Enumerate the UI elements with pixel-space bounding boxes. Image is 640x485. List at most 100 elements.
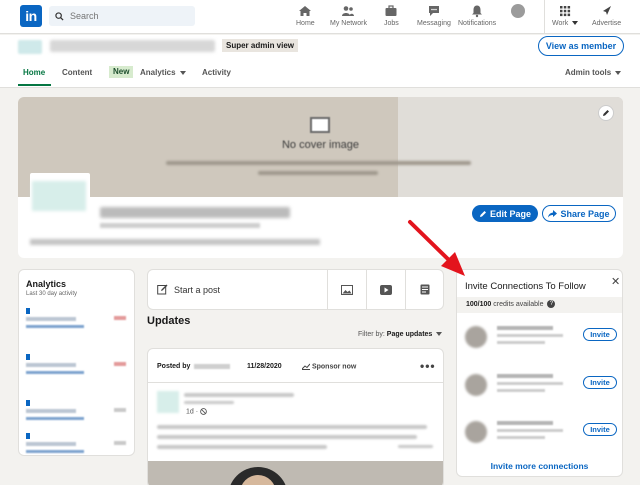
- invite-card-title: Invite Connections To Follow: [465, 281, 586, 292]
- edit-page-label: Edit Page: [489, 208, 531, 219]
- more-options-icon[interactable]: •••: [420, 359, 436, 373]
- page-name-blurred: [50, 40, 215, 52]
- share-page-button[interactable]: Share Page: [542, 205, 616, 222]
- stat-icon: [26, 400, 30, 406]
- see-more-blurred[interactable]: [398, 445, 433, 448]
- search-box[interactable]: [49, 6, 195, 26]
- nav-work[interactable]: Work: [552, 4, 579, 30]
- analytics-row[interactable]: [26, 308, 130, 336]
- invite-connections-card: Invite Connections To Follow ✕ 100/100 c…: [456, 269, 623, 477]
- linkedin-logo[interactable]: in: [20, 5, 42, 27]
- view-as-member-button[interactable]: View as member: [538, 36, 624, 56]
- top-navigation-bar: in Home My Network Jobs Messaging Notifi…: [0, 0, 640, 34]
- pencil-icon: [479, 210, 486, 217]
- globe-icon: [200, 408, 207, 415]
- invite-button[interactable]: Invite: [583, 376, 617, 389]
- home-icon: [299, 6, 312, 16]
- chevron-down-icon: [572, 21, 579, 26]
- tab-home[interactable]: Home: [23, 68, 45, 77]
- filter-dropdown[interactable]: Filter by: Page updates: [358, 331, 443, 338]
- avatar: [511, 4, 525, 18]
- connection-avatar: [465, 421, 487, 443]
- nav-advertise[interactable]: Advertise: [592, 4, 621, 30]
- video-icon: [380, 284, 392, 295]
- tab-analytics[interactable]: Analytics: [140, 68, 186, 77]
- image-icon: [310, 117, 330, 133]
- trending-icon: [301, 363, 311, 370]
- close-icon[interactable]: ✕: [611, 275, 620, 288]
- search-input[interactable]: [70, 11, 180, 21]
- nav-jobs-label: Jobs: [384, 20, 399, 27]
- post-image[interactable]: [148, 461, 443, 485]
- compose-icon: [157, 284, 168, 295]
- pencil-icon: [603, 110, 609, 116]
- nav-jobs[interactable]: Jobs: [384, 4, 399, 30]
- stat-icon: [26, 433, 30, 439]
- post-card: Posted by 11/28/2020 Sponsor now ••• 1d …: [147, 348, 444, 485]
- add-document-button[interactable]: [405, 270, 444, 309]
- page-meta-blurred: [100, 223, 260, 228]
- add-video-button[interactable]: [366, 270, 405, 309]
- connection-suggestion: Invite: [465, 368, 617, 406]
- document-icon: [420, 284, 430, 295]
- nav-my-network[interactable]: My Network: [330, 4, 367, 30]
- bell-icon: [472, 5, 483, 18]
- add-photo-button[interactable]: [327, 270, 366, 309]
- start-post-button[interactable]: Start a post: [157, 284, 220, 295]
- share-page-label: Share Page: [560, 208, 610, 219]
- chevron-down-icon: [615, 70, 622, 75]
- page-name-blurred: [100, 207, 290, 218]
- page-logo-image: [32, 181, 86, 211]
- analytics-row[interactable]: [26, 400, 130, 428]
- credits-count: 100/100: [466, 301, 492, 308]
- analytics-row[interactable]: [26, 433, 130, 461]
- page-tagline-blurred: [30, 239, 320, 245]
- credits-label: credits available: [493, 301, 544, 308]
- page-logo-small: [18, 40, 42, 54]
- invite-button[interactable]: Invite: [583, 328, 617, 341]
- post-date: 11/28/2020: [247, 363, 282, 370]
- tab-content[interactable]: Content: [62, 68, 92, 77]
- chevron-down-icon: [436, 332, 443, 337]
- analytics-card: Analytics Last 30 day activity: [18, 269, 135, 456]
- connection-suggestion: Invite: [465, 415, 617, 453]
- share-icon: [548, 209, 558, 217]
- nav-notifications[interactable]: Notifications: [458, 4, 496, 30]
- post-text-blurred: [157, 435, 417, 439]
- filter-value: Page updates: [386, 331, 433, 338]
- edit-cover-button[interactable]: [598, 105, 614, 121]
- analytics-title: Analytics: [26, 279, 67, 289]
- tab-activity[interactable]: Activity: [202, 68, 231, 77]
- nav-home[interactable]: Home: [296, 4, 315, 30]
- post-text-blurred: [157, 445, 327, 449]
- credits-bar: 100/100 credits available ?: [457, 297, 622, 313]
- edit-page-button[interactable]: Edit Page: [472, 205, 538, 222]
- image-icon: [341, 284, 353, 295]
- sponsor-now-label: Sponsor now: [311, 363, 357, 371]
- admin-tools-menu[interactable]: Admin tools: [565, 68, 622, 77]
- analytics-row[interactable]: [26, 354, 130, 382]
- invite-more-connections-link[interactable]: Invite more connections: [457, 461, 622, 471]
- sponsor-now-button[interactable]: Sponsor now: [301, 363, 357, 371]
- connection-avatar: [465, 374, 487, 396]
- chevron-down-icon: [179, 70, 186, 75]
- poster-name-blurred: [194, 363, 230, 370]
- connection-avatar: [465, 326, 487, 348]
- page-logo[interactable]: [30, 173, 90, 223]
- updates-heading: Updates: [147, 315, 191, 327]
- cover-hint-text: [258, 171, 378, 175]
- analytics-subtitle: Last 30 day activity: [26, 291, 78, 297]
- stat-icon: [26, 308, 30, 314]
- post-meta-blurred: [184, 401, 234, 404]
- nav-notifications-label: Notifications: [458, 20, 497, 27]
- super-admin-badge: Super admin view: [222, 39, 299, 52]
- help-icon[interactable]: ?: [547, 300, 556, 309]
- post-text-blurred: [157, 425, 427, 429]
- connection-suggestion: Invite: [465, 320, 617, 358]
- nav-messaging[interactable]: Messaging: [417, 4, 451, 30]
- no-cover-label: No cover image: [281, 139, 360, 151]
- nav-me[interactable]: [511, 4, 525, 30]
- nav-messaging-label: Messaging: [417, 20, 451, 27]
- briefcase-icon: [385, 5, 397, 16]
- invite-button[interactable]: Invite: [583, 423, 617, 436]
